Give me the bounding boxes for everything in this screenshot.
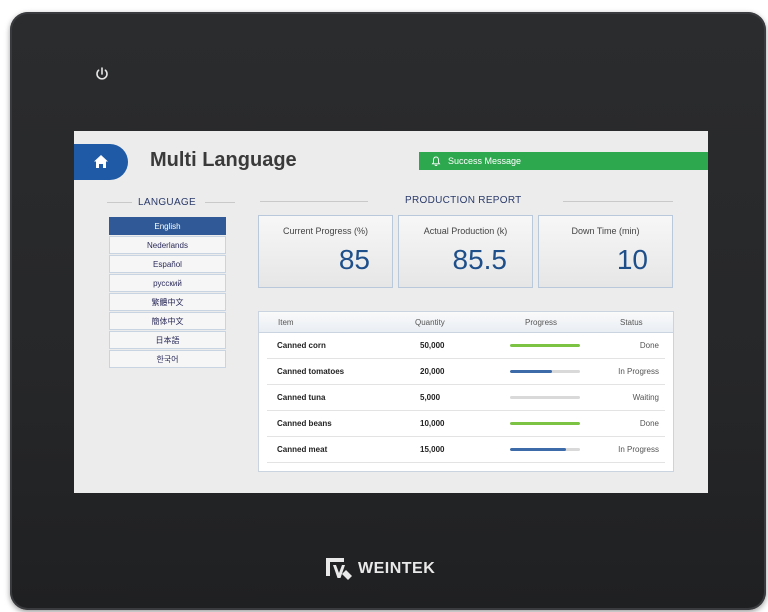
table-row: Canned meat 15,000 In Progress	[267, 437, 665, 463]
language-option-simplified-chinese[interactable]: 簡体中文	[109, 312, 226, 330]
table-row: Canned tomatoes 20,000 In Progress	[267, 359, 665, 385]
progress-bar	[510, 448, 580, 451]
card-value: 85	[338, 244, 370, 275]
cell-item: Canned beans	[277, 419, 332, 428]
bell-icon	[431, 156, 441, 166]
progress-bar	[510, 396, 580, 399]
cell-status: In Progress	[618, 445, 659, 454]
table-row: Canned corn 50,000 Done	[267, 333, 665, 359]
cell-quantity: 10,000	[420, 419, 445, 428]
cell-quantity: 20,000	[420, 367, 445, 376]
divider	[107, 202, 132, 203]
divider	[205, 202, 235, 203]
page-title: Multi Language	[150, 149, 297, 171]
production-report-heading: PRODUCTION REPORT	[405, 195, 522, 206]
column-header-progress: Progress	[525, 317, 558, 327]
column-header-quantity: Quantity	[415, 317, 445, 327]
language-option-english[interactable]: English	[109, 217, 226, 235]
language-heading: LANGUAGE	[138, 197, 196, 208]
divider	[260, 201, 368, 202]
language-list: English Nederlands Español русский 繁體中文 …	[109, 217, 226, 369]
table-header: Item Quantity Progress Status	[259, 312, 673, 333]
cell-item: Canned tomatoes	[277, 367, 345, 376]
cell-status: Waiting	[632, 393, 659, 402]
language-option-traditional-chinese[interactable]: 繁體中文	[109, 293, 226, 311]
language-option-korean[interactable]: 한국어	[109, 350, 226, 368]
progress-bar	[510, 422, 580, 425]
cell-quantity: 50,000	[420, 341, 445, 350]
card-value: 85.5	[452, 244, 508, 275]
home-icon	[94, 155, 108, 168]
divider	[563, 201, 673, 202]
down-time-card: Down Time (min) 10	[538, 215, 673, 288]
progress-bar-fill	[510, 370, 552, 373]
production-table: Item Quantity Progress Status Canned cor…	[258, 311, 674, 472]
table-body: Canned corn 50,000 Done Canned tomatoes 20,0…	[259, 333, 673, 463]
card-value: 10	[616, 244, 648, 275]
progress-bar	[510, 344, 580, 347]
card-label: Down Time (min)	[571, 226, 640, 236]
column-header-status: Status	[620, 317, 643, 327]
current-progress-card: Current Progress (%) 85	[258, 215, 393, 288]
weintek-logo-icon	[326, 558, 352, 580]
language-option-russian[interactable]: русский	[109, 274, 226, 292]
progress-bar-fill	[510, 422, 580, 425]
cell-status: In Progress	[618, 367, 659, 376]
progress-bar	[510, 370, 580, 373]
actual-production-card: Actual Production (k) 85.5	[398, 215, 533, 288]
language-option-spanish[interactable]: Español	[109, 255, 226, 273]
cell-quantity: 15,000	[420, 445, 445, 454]
table-row: Canned beans 10,000 Done	[267, 411, 665, 437]
cell-item: Canned corn	[277, 341, 326, 350]
language-option-dutch[interactable]: Nederlands	[109, 236, 226, 254]
hmi-screen: Multi Language Success Message LANGUAGE …	[74, 131, 708, 493]
column-header-item: Item	[278, 317, 294, 327]
card-label: Current Progress (%)	[282, 226, 369, 236]
cell-quantity: 5,000	[420, 393, 441, 402]
progress-bar-fill	[510, 344, 580, 347]
brand-logo: WEINTEK	[324, 556, 435, 582]
success-message-banner: Success Message	[419, 152, 708, 170]
cell-item: Canned meat	[277, 445, 328, 454]
home-button[interactable]	[74, 144, 128, 180]
brand-name: WEINTEK	[358, 560, 436, 577]
cell-status: Done	[639, 341, 659, 350]
language-option-japanese[interactable]: 日本語	[109, 331, 226, 349]
table-row: Canned tuna 5,000 Waiting	[267, 385, 665, 411]
cell-status: Done	[639, 419, 659, 428]
card-label: Actual Production (k)	[423, 226, 508, 236]
success-message-text: Success Message	[448, 156, 522, 166]
power-icon[interactable]	[94, 66, 110, 82]
progress-bar-fill	[510, 448, 566, 451]
cell-item: Canned tuna	[277, 393, 326, 402]
